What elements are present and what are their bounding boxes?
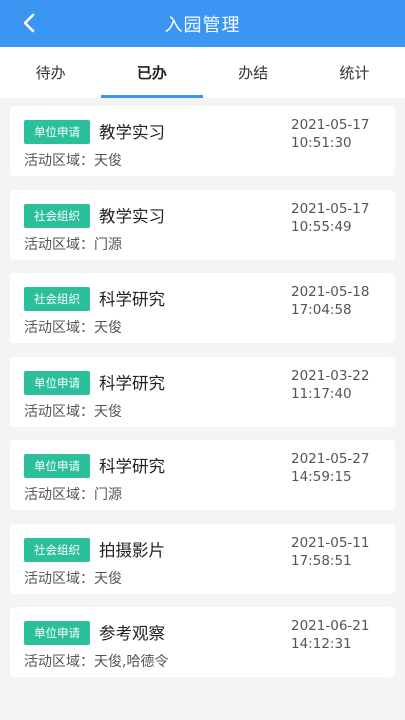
area-value: 门源 <box>94 236 122 253</box>
record-date: 2021-05-18 <box>291 284 370 300</box>
page-title: 入园管理 <box>164 14 241 36</box>
area-value: 门源 <box>94 487 122 503</box>
tab-statistics[interactable]: 统计 <box>304 47 405 98</box>
record-time: 10:51:30 <box>291 135 352 151</box>
app-header: 入园管理 <box>0 0 405 47</box>
record-title: 教学实习 <box>99 206 165 226</box>
record-datetime: 2021-06-21 14:12:31 <box>291 617 401 653</box>
area-label: 活动区域： <box>24 320 94 336</box>
area-label: 活动区域： <box>24 487 94 503</box>
record-card[interactable]: 单位申请 科学研究 活动区域：门源 2021-05-27 14:59:15 <box>10 440 395 510</box>
chevron-left-icon <box>23 13 35 33</box>
record-card[interactable]: 社会组织 教学实习 活动区域：门源 2021-05-17 10:55:49 <box>10 189 395 260</box>
record-datetime: 2021-05-11 17:58:51 <box>291 534 401 570</box>
record-title: 科学研究 <box>99 457 165 476</box>
record-title: 教学实习 <box>99 123 165 142</box>
record-list: 单位申请 教学实习 活动区域：天俊 2021-05-17 10:51:30 社会组… <box>0 98 405 691</box>
record-title: 拍摄影片 <box>99 540 165 560</box>
record-datetime: 2021-05-27 14:59:15 <box>291 450 401 486</box>
tab-closed[interactable]: 办结 <box>203 47 304 98</box>
activity-area: 活动区域：天俊 <box>24 568 122 588</box>
record-card[interactable]: 社会组织 拍摄影片 活动区域：天俊 2021-05-11 17:58:51 <box>10 523 395 594</box>
record-title: 科学研究 <box>99 373 165 393</box>
type-badge: 社会组织 <box>24 287 90 311</box>
type-badge: 社会组织 <box>24 537 90 562</box>
record-card[interactable]: 单位申请 教学实习 活动区域：天俊 2021-05-17 10:51:30 <box>10 106 395 176</box>
record-title: 参考观察 <box>99 624 165 643</box>
type-badge: 单位申请 <box>24 454 90 478</box>
tab-done[interactable]: 已办 <box>101 47 203 98</box>
activity-area: 活动区域：天俊 <box>24 401 122 421</box>
area-value: 天俊 <box>94 153 122 169</box>
tab-bar: 待办 已办 办结 统计 <box>0 47 405 98</box>
activity-area: 活动区域：天俊,哈德令 <box>24 651 168 671</box>
record-date: 2021-06-21 <box>291 618 370 634</box>
activity-area: 活动区域：天俊 <box>24 317 122 337</box>
record-time: 14:59:15 <box>291 469 352 485</box>
type-badge: 单位申请 <box>24 621 90 645</box>
area-label: 活动区域： <box>24 403 94 420</box>
area-value: 天俊 <box>94 320 122 336</box>
area-label: 活动区域： <box>24 654 94 670</box>
record-datetime: 2021-05-17 10:55:49 <box>291 200 401 236</box>
area-label: 活动区域： <box>24 236 94 253</box>
record-time: 11:17:40 <box>291 385 352 402</box>
area-value: 天俊,哈德令 <box>94 654 169 670</box>
record-datetime: 2021-03-22 11:17:40 <box>291 367 401 403</box>
record-title: 科学研究 <box>99 290 165 309</box>
record-time: 10:55:49 <box>291 218 352 235</box>
activity-area: 活动区域：门源 <box>24 234 122 254</box>
type-badge: 社会组织 <box>24 203 90 228</box>
activity-area: 活动区域：门源 <box>24 484 122 504</box>
record-card[interactable]: 单位申请 参考观察 活动区域：天俊,哈德令 2021-06-21 14:12:31 <box>10 607 395 677</box>
type-badge: 单位申请 <box>24 370 90 395</box>
record-datetime: 2021-05-18 17:04:58 <box>291 283 401 319</box>
record-time: 17:04:58 <box>291 302 352 318</box>
area-value: 天俊 <box>94 403 122 420</box>
record-date: 2021-05-11 <box>291 534 370 551</box>
record-time: 17:58:51 <box>291 552 352 569</box>
record-datetime: 2021-05-17 10:51:30 <box>291 116 401 152</box>
record-card[interactable]: 单位申请 科学研究 活动区域：天俊 2021-03-22 11:17:40 <box>10 356 395 427</box>
area-value: 天俊 <box>94 570 122 587</box>
record-date: 2021-03-22 <box>291 367 370 384</box>
record-date: 2021-05-27 <box>291 451 370 467</box>
activity-area: 活动区域：天俊 <box>24 150 122 170</box>
back-button[interactable] <box>16 10 42 36</box>
record-card[interactable]: 社会组织 科学研究 活动区域：天俊 2021-05-18 17:04:58 <box>10 273 395 343</box>
type-badge: 单位申请 <box>24 120 90 144</box>
record-date: 2021-05-17 <box>291 117 370 133</box>
record-date: 2021-05-17 <box>291 200 370 217</box>
area-label: 活动区域： <box>24 153 94 169</box>
record-time: 14:12:31 <box>291 636 352 652</box>
tab-pending[interactable]: 待办 <box>0 47 101 98</box>
area-label: 活动区域： <box>24 570 94 587</box>
